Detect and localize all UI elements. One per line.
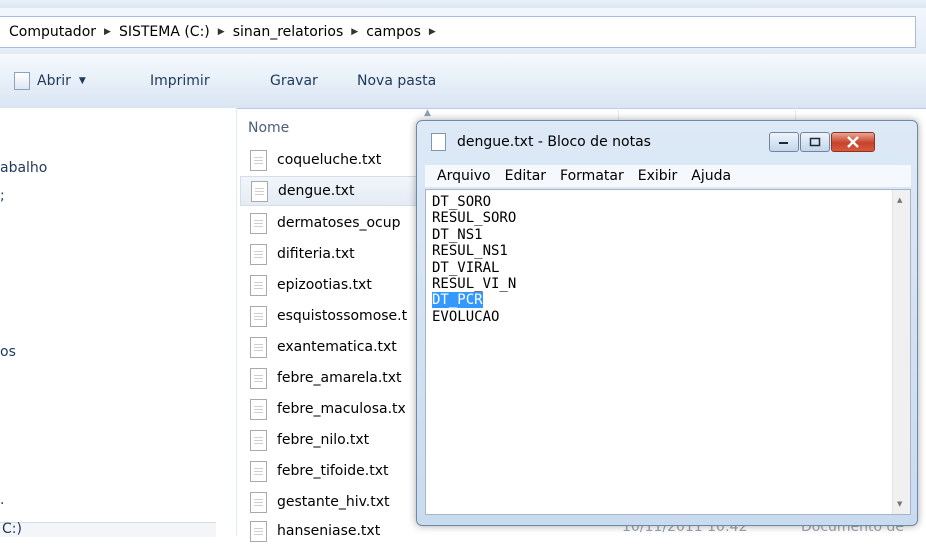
file-name: esquistossomose.t bbox=[277, 308, 408, 324]
text-line: DT_SORO bbox=[432, 194, 492, 210]
open-button[interactable]: Abrir ▼ bbox=[14, 54, 86, 108]
chevron-right-icon[interactable]: ▶ bbox=[104, 27, 111, 37]
chevron-down-icon[interactable]: ▼ bbox=[79, 76, 86, 86]
menu-formatar[interactable]: Formatar bbox=[560, 168, 624, 184]
notepad-title: dengue.txt - Bloco de notas bbox=[457, 134, 651, 150]
new-folder-button[interactable]: Nova pasta bbox=[357, 54, 436, 108]
file-name: hanseniase.txt bbox=[277, 523, 381, 539]
selected-text[interactable]: DT_PCR bbox=[432, 292, 483, 309]
chevron-right-icon[interactable]: ▶ bbox=[429, 27, 436, 37]
text-line: DT_NS1 bbox=[432, 226, 483, 243]
file-name: exantematica.txt bbox=[277, 339, 397, 355]
breadcrumb[interactable]: Computador ▶ SISTEMA (C:) ▶ sinan_relato… bbox=[0, 16, 916, 48]
command-bar: Abrir ▼ Imprimir Gravar Nova pasta bbox=[0, 54, 926, 109]
nav-item-dot[interactable]: . bbox=[0, 492, 4, 508]
window-top-edge bbox=[0, 0, 926, 8]
file-name: coqueluche.txt bbox=[277, 152, 382, 168]
text-file-icon bbox=[250, 336, 267, 358]
vertical-scrollbar[interactable]: ▲ ▼ bbox=[892, 190, 910, 514]
nav-item-trabalho[interactable]: abalho bbox=[0, 160, 47, 176]
text-line-selected: DT_PCR bbox=[432, 292, 516, 309]
menu-arquivo[interactable]: Arquivo bbox=[437, 168, 491, 184]
column-header-name[interactable]: Nome bbox=[248, 120, 289, 136]
chevron-right-icon[interactable]: ▶ bbox=[218, 27, 225, 37]
burn-button[interactable]: Gravar bbox=[270, 54, 318, 108]
menu-editar[interactable]: Editar bbox=[505, 168, 546, 184]
maximize-icon bbox=[809, 137, 821, 147]
open-label: Abrir bbox=[37, 73, 71, 89]
nav-item-partial[interactable]: ; bbox=[0, 188, 5, 204]
text-file-icon bbox=[250, 520, 267, 542]
file-name: difiteria.txt bbox=[277, 246, 355, 262]
maximize-button[interactable] bbox=[800, 132, 830, 152]
notepad-window[interactable]: dengue.txt - Bloco de notas Arquivo Edit… bbox=[416, 120, 918, 526]
text-file-icon bbox=[250, 149, 267, 171]
text-line: DT_VIRAL bbox=[432, 259, 500, 276]
text-file-icon bbox=[251, 180, 268, 202]
file-name: febre_tifoide.txt bbox=[277, 463, 389, 479]
text-line: RESUL_NS1 bbox=[432, 243, 508, 260]
notepad-icon bbox=[431, 133, 446, 151]
close-button[interactable] bbox=[831, 132, 875, 152]
breadcrumb-sinan-relatorios[interactable]: sinan_relatorios bbox=[233, 24, 344, 40]
text-line: EVOLUCAO bbox=[432, 308, 500, 325]
nav-item-os[interactable]: os bbox=[0, 344, 16, 360]
file-name: dermatoses_ocup bbox=[277, 215, 401, 231]
file-name: gestante_hiv.txt bbox=[277, 494, 390, 510]
file-row-selected[interactable]: dengue.txt bbox=[240, 176, 420, 206]
text-line: RESUL_SORO bbox=[432, 210, 517, 227]
scroll-down-icon[interactable]: ▼ bbox=[897, 500, 902, 508]
text-file-icon bbox=[250, 212, 267, 234]
text-file-icon bbox=[250, 367, 267, 389]
chevron-right-icon[interactable]: ▶ bbox=[351, 27, 358, 37]
text-file-icon bbox=[250, 491, 267, 513]
close-icon bbox=[847, 136, 859, 148]
file-name: febre_maculosa.tx bbox=[277, 401, 406, 417]
breadcrumb-campos[interactable]: campos bbox=[366, 24, 421, 40]
notepad-content[interactable]: DT_SORO RESUL_SORO DT_NS1 RESUL_NS1 DT_V… bbox=[432, 194, 516, 325]
text-file-icon bbox=[14, 72, 30, 90]
text-file-icon bbox=[250, 460, 267, 482]
file-name: febre_amarela.txt bbox=[277, 370, 402, 386]
address-bar: Computador ▶ SISTEMA (C:) ▶ sinan_relato… bbox=[0, 8, 926, 55]
text-file-icon bbox=[250, 274, 267, 296]
notepad-menubar: Arquivo Editar Formatar Exibir Ajuda bbox=[425, 165, 911, 187]
nav-scrollbar[interactable] bbox=[0, 522, 216, 537]
sort-up-icon: ▲ bbox=[424, 108, 431, 118]
menu-exibir[interactable]: Exibir bbox=[638, 168, 678, 184]
file-name: epizootias.txt bbox=[277, 277, 372, 293]
menu-ajuda[interactable]: Ajuda bbox=[691, 168, 731, 184]
scroll-up-icon[interactable]: ▲ bbox=[897, 196, 902, 204]
text-line: RESUL_VI_N bbox=[432, 276, 517, 293]
text-file-icon bbox=[250, 398, 267, 420]
minimize-button[interactable] bbox=[769, 132, 799, 152]
minimize-icon bbox=[779, 142, 788, 144]
breadcrumb-drive[interactable]: SISTEMA (C:) bbox=[119, 24, 210, 40]
notepad-text-area[interactable]: DT_SORO RESUL_SORO DT_NS1 RESUL_NS1 DT_V… bbox=[425, 189, 911, 515]
notepad-titlebar[interactable]: dengue.txt - Bloco de notas bbox=[417, 121, 917, 155]
breadcrumb-computer[interactable]: Computador bbox=[9, 24, 96, 40]
file-name: febre_nilo.txt bbox=[277, 432, 370, 448]
text-file-icon bbox=[250, 305, 267, 327]
file-name: dengue.txt bbox=[278, 183, 355, 199]
nav-item-drive[interactable]: C:) bbox=[2, 521, 22, 537]
text-file-icon bbox=[250, 243, 267, 265]
print-button[interactable]: Imprimir bbox=[150, 54, 210, 108]
text-file-icon bbox=[250, 429, 267, 451]
